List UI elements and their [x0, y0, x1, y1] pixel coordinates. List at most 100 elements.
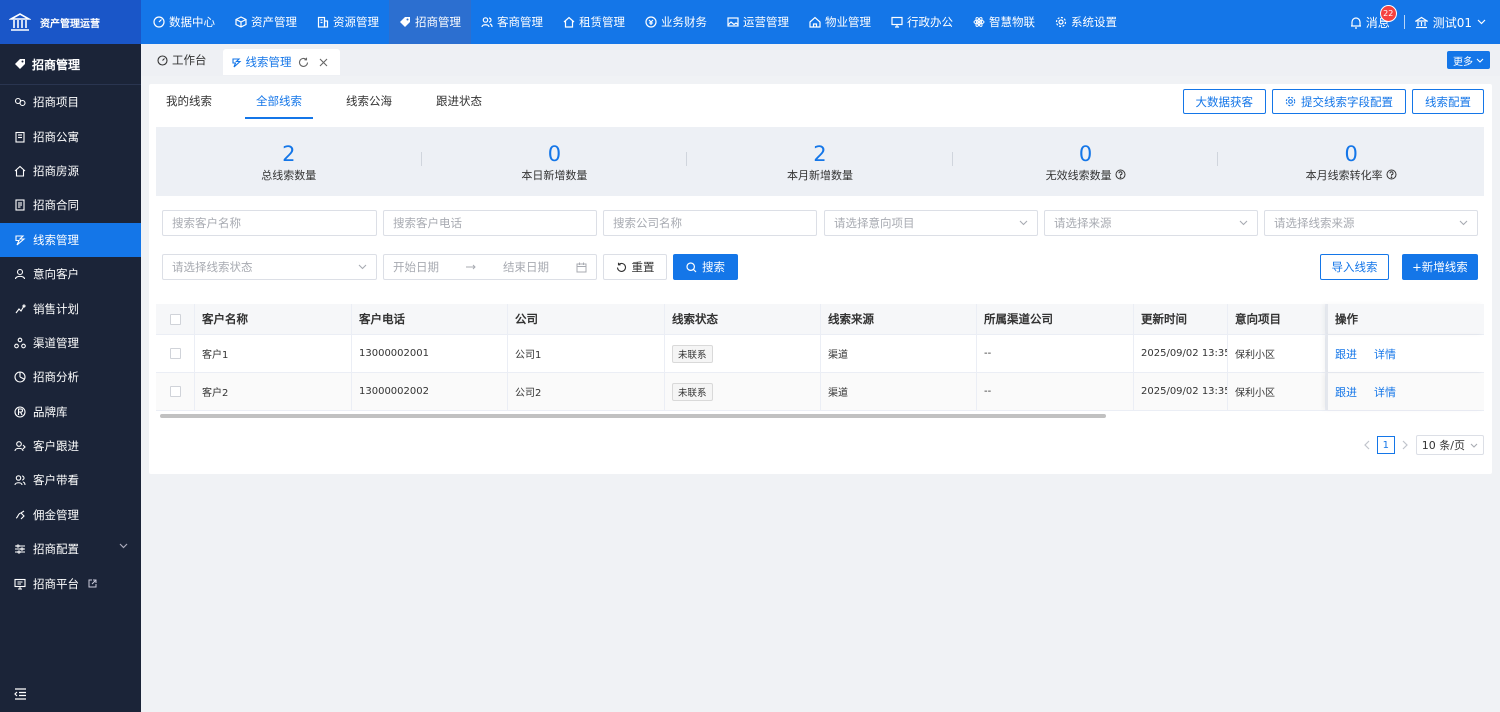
tag-icon — [14, 58, 26, 70]
import-leads-button[interactable]: 导入线索 — [1320, 254, 1389, 280]
nav-item-merchant[interactable]: 客商管理 — [471, 0, 553, 44]
nav-item-finance[interactable]: 业务财务 — [635, 0, 717, 44]
sidebar-item-contract[interactable]: 招商合同 — [0, 188, 141, 222]
date-range-picker[interactable]: 开始日期 结束日期 — [383, 254, 597, 280]
chevron-down-icon — [1459, 220, 1468, 226]
stat-value: 0 — [547, 141, 562, 166]
placeholder-text: 搜索客户电话 — [393, 216, 462, 230]
subtab-all-leads[interactable]: 全部线索 — [245, 84, 313, 119]
stat-label-text: 本月线索转化率 — [1305, 168, 1383, 182]
user-name: 测试01 — [1432, 15, 1472, 30]
col-header[interactable]: 更新时间 — [1134, 304, 1228, 334]
sidebar-item-sales-plan[interactable]: 销售计划 — [0, 291, 141, 325]
nav-item-property[interactable]: 物业管理 — [799, 0, 881, 44]
nav-label: 系统设置 — [1071, 15, 1117, 29]
nav-item-investment[interactable]: 招商管理 — [389, 0, 471, 44]
source-select[interactable]: 请选择来源 — [1044, 210, 1258, 236]
subtab-lead-pool[interactable]: 线索公海 — [335, 84, 403, 119]
page-size-select[interactable]: 10 条/页 — [1415, 435, 1484, 455]
table-horizontal-scrollbar[interactable] — [160, 414, 1106, 418]
main-panel: 我的线索 全部线索 线索公海 跟进状态 大数据获客 提交线索字段配置 线索配置 … — [149, 84, 1492, 474]
sidebar-item-brand[interactable]: 品牌库 — [0, 395, 141, 429]
follow-icon — [14, 440, 26, 452]
company-name-input[interactable]: 搜索公司名称 — [603, 210, 817, 236]
nav-item-asset[interactable]: 资产管理 — [225, 0, 307, 44]
detail-link[interactable]: 详情 — [1374, 384, 1396, 400]
nav-item-data-center[interactable]: 数据中心 — [143, 0, 225, 44]
follow-link[interactable]: 跟进 — [1335, 346, 1357, 362]
row-checkbox[interactable] — [170, 348, 181, 359]
nav-item-settings[interactable]: 系统设置 — [1045, 0, 1127, 44]
sidebar-item-house[interactable]: 招商房源 — [0, 154, 141, 188]
coin-icon — [645, 16, 657, 28]
refresh-icon[interactable] — [296, 54, 312, 70]
table-row[interactable]: 客户2 13000002002 公司2 未联系 渠道 -- 2025/09/02… — [156, 373, 1484, 411]
stat-today: 0 本日新增数量 — [422, 127, 688, 196]
stat-value: 2 — [282, 141, 296, 166]
col-header[interactable]: 公司 — [508, 304, 665, 334]
lead-config-button[interactable]: 线索配置 — [1412, 89, 1484, 114]
more-tabs-button[interactable]: 更多 — [1447, 51, 1490, 69]
nav-item-office[interactable]: 行政办公 — [881, 0, 963, 44]
page-number[interactable]: 1 — [1376, 436, 1395, 454]
search-button[interactable]: 搜索 — [673, 254, 738, 280]
sidebar-item-commission[interactable]: 佣金管理 — [0, 498, 141, 532]
sidebar-item-analysis[interactable]: 招商分析 — [0, 360, 141, 394]
lead-source-select[interactable]: 请选择线索来源 — [1264, 210, 1478, 236]
user-menu[interactable]: 测试01 — [1414, 14, 1486, 31]
table-row[interactable]: 客户1 13000002001 公司1 未联系 渠道 -- 2025/09/02… — [156, 335, 1484, 373]
tab-lead-management[interactable]: 线索管理 — [222, 49, 340, 75]
close-icon[interactable] — [316, 54, 332, 70]
app-logo[interactable]: 资产管理运营 — [0, 0, 141, 44]
detail-link[interactable]: 详情 — [1374, 346, 1396, 362]
chevron-left-icon[interactable] — [1363, 440, 1370, 450]
sidebar-item-platform[interactable]: 招商平台 — [0, 566, 141, 600]
tab-workbench[interactable]: 工作台 — [149, 48, 215, 72]
col-header[interactable]: 线索状态 — [665, 304, 821, 334]
customer-phone-input[interactable]: 搜索客户电话 — [383, 210, 597, 236]
nav-item-operation[interactable]: 运营管理 — [717, 0, 799, 44]
chevron-right-icon[interactable] — [1402, 440, 1409, 450]
stat-label: 无效线索数量 — [1046, 167, 1126, 183]
reset-button[interactable]: 重置 — [603, 254, 667, 280]
subtab-my-leads[interactable]: 我的线索 — [155, 84, 223, 119]
cell-channel: -- — [977, 335, 1134, 372]
nav-label: 资源管理 — [333, 15, 379, 29]
col-header[interactable]: 意向项目 — [1228, 304, 1326, 334]
col-header[interactable]: 客户名称 — [195, 304, 352, 334]
cube-icon — [235, 16, 247, 28]
help-icon[interactable] — [1115, 169, 1126, 180]
monitor-icon — [891, 16, 903, 28]
subtab-follow-status[interactable]: 跟进状态 — [425, 84, 493, 119]
col-header[interactable]: 所属渠道公司 — [977, 304, 1134, 334]
col-header[interactable]: 线索来源 — [821, 304, 977, 334]
sidebar-item-label: 招商分析 — [33, 370, 79, 385]
sidebar-item-config[interactable]: 招商配置 — [0, 532, 141, 566]
col-header[interactable]: 客户电话 — [352, 304, 508, 334]
row-checkbox[interactable] — [170, 386, 181, 397]
leads-table: 客户名称 客户电话 公司 线索状态 线索来源 所属渠道公司 更新时间 意向项目 … — [156, 304, 1484, 411]
follow-link[interactable]: 跟进 — [1335, 384, 1357, 400]
status-badge: 未联系 — [672, 382, 713, 401]
customer-name-input[interactable]: 搜索客户名称 — [162, 210, 377, 236]
select-all-checkbox[interactable] — [170, 313, 181, 325]
sidebar-item-project[interactable]: 招商项目 — [0, 85, 141, 119]
add-lead-button[interactable]: +新增线索 — [1402, 254, 1478, 280]
bigdata-button[interactable]: 大数据获客 — [1182, 89, 1266, 114]
help-icon[interactable] — [1386, 169, 1397, 180]
sidebar-item-apartment[interactable]: 招商公寓 — [0, 119, 141, 153]
sidebar-item-leads[interactable]: 线索管理 — [0, 222, 141, 257]
nav-item-iot[interactable]: 智慧物联 — [963, 0, 1045, 44]
lead-status-select[interactable]: 请选择线索状态 — [162, 254, 377, 280]
sidebar-item-intent-customer[interactable]: 意向客户 — [0, 257, 141, 291]
field-config-button[interactable]: 提交线索字段配置 — [1272, 89, 1406, 114]
collapse-sidebar-button[interactable] — [14, 688, 27, 700]
project-select[interactable]: 请选择意向项目 — [824, 210, 1038, 236]
nav-item-resource[interactable]: 资源管理 — [307, 0, 389, 44]
sidebar-item-channel[interactable]: 渠道管理 — [0, 326, 141, 360]
sidebar-item-visit[interactable]: 客户带看 — [0, 463, 141, 497]
nav-item-lease[interactable]: 租赁管理 — [553, 0, 635, 44]
sidebar-item-follow[interactable]: 客户跟进 — [0, 429, 141, 463]
messages-button[interactable]: 消息 22 — [1350, 4, 1397, 31]
sidebar-item-label: 线索管理 — [33, 232, 79, 247]
